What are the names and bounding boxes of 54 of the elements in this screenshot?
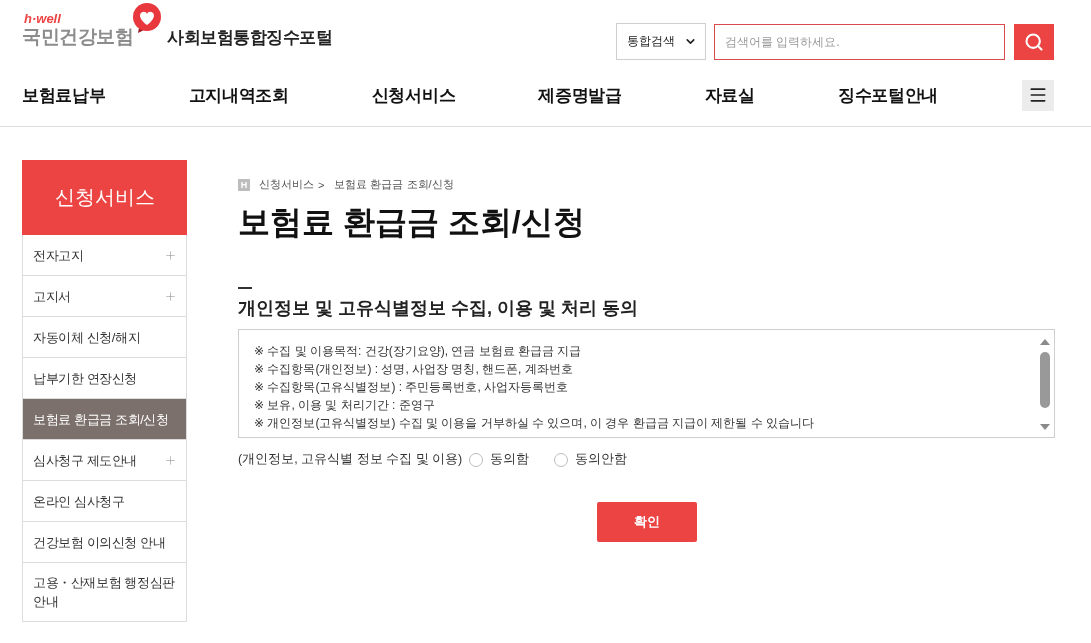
menu-icon	[1028, 85, 1048, 105]
sidebar-item-label: 보험료 환급금 조회/신청	[33, 410, 169, 429]
sidebar-item-label: 건강보험 이의신청 안내	[33, 533, 166, 552]
breadcrumb-link[interactable]: 보험료 환급금 조회/신청	[334, 177, 454, 192]
nav-item[interactable]: 신청서비스	[371, 83, 456, 107]
heart-logo-icon	[130, 2, 164, 34]
sidebar-item-label: 온라인 심사청구	[33, 492, 125, 511]
sidebar-item[interactable]: 전자고지	[22, 235, 187, 276]
consent-line: ※ 수집 및 이용목적: 건강(장기요양), 연금 보험료 환급금 지급	[254, 343, 583, 360]
consent-line: ※ 수집항목(개인정보) : 성명, 사업장 명칭, 핸드폰, 계좌번호	[254, 361, 574, 378]
sidebar-item-label: 심사청구 제도안내	[33, 451, 137, 470]
sidebar-item[interactable]: 온라인 심사청구	[22, 481, 187, 522]
nav-item[interactable]: 징수포털안내	[837, 83, 939, 107]
sidebar-item-label: 고지서	[33, 287, 71, 306]
search-button[interactable]	[1014, 23, 1054, 60]
consent-line: ※ 개인정보(고유식별정보) 수집 및 이용을 거부하실 수 있으며, 이 경우 환급금 지급이 제한될 수 있습니다	[254, 415, 815, 432]
nav-item[interactable]: 제증명발급	[538, 83, 622, 107]
sidebar-item-label: 납부기한 연장신청	[33, 369, 137, 388]
nav-item[interactable]: 보험료납부	[22, 83, 106, 107]
plus-icon	[164, 248, 177, 262]
nav-item[interactable]: 고지내역조회	[188, 83, 289, 107]
consent-line: ※ 수집항목(고유식별정보) : 주민등록번호, 사업자등록번호	[254, 379, 570, 396]
section-title: 개인정보 및 고유식별정보 수집, 이용 및 처리 동의	[238, 297, 639, 319]
consent-line: ※ 보유, 이용 및 처리기간 : 준영구	[254, 397, 436, 414]
sidebar-item-label: 고용・산재보험 행정심판 안내	[33, 574, 176, 611]
logo-tagline: h·well	[24, 12, 61, 26]
consent-question: (개인정보, 고유식별 정보 수집 및 이용)	[238, 451, 463, 468]
search-field[interactable]: 검색어를 입력하세요.	[714, 23, 1005, 60]
sidebar-item[interactable]: 고용・산재보험 행정심판 안내	[22, 563, 187, 622]
sidebar-item[interactable]: 고지서	[22, 276, 187, 317]
page-title: 보험료 환급금 조회/신청	[238, 203, 586, 242]
plus-icon	[164, 289, 177, 303]
breadcrumb-separator: >	[318, 178, 325, 191]
breadcrumb-link[interactable]: 신청서비스	[259, 177, 314, 192]
portal-title: 사회보험통합징수포털	[167, 27, 332, 49]
sidebar-title: 신청서비스	[22, 160, 187, 235]
sidebar-item[interactable]: 심사청구 제도안내	[22, 440, 187, 481]
sidebar-item[interactable]: 자동이체 신청/해지	[22, 317, 187, 358]
radio-label[interactable]: 동의안함	[575, 451, 628, 468]
radio-label[interactable]: 동의함	[490, 451, 530, 468]
sidebar-item-label: 자동이체 신청/해지	[33, 328, 141, 347]
sidebar-item[interactable]: 보험료 환급금 조회/신청	[22, 399, 187, 440]
search-icon	[1024, 31, 1044, 52]
search-scope-select[interactable]: 통합검색	[616, 23, 706, 60]
radio-button[interactable]	[469, 452, 484, 467]
confirm-button[interactable]: 확인	[596, 502, 697, 542]
menu-button[interactable]	[1022, 79, 1054, 111]
plus-icon	[164, 453, 177, 467]
sidebar-item[interactable]: 건강보험 이의신청 안내	[22, 522, 187, 563]
logo-name: 국민건강보험	[22, 26, 133, 48]
sidebar-item-label: 전자고지	[33, 246, 84, 265]
sidebar-item[interactable]: 납부기한 연장신청	[22, 358, 187, 399]
radio-button[interactable]	[554, 452, 569, 467]
nav-item[interactable]: 자료실	[704, 83, 755, 107]
